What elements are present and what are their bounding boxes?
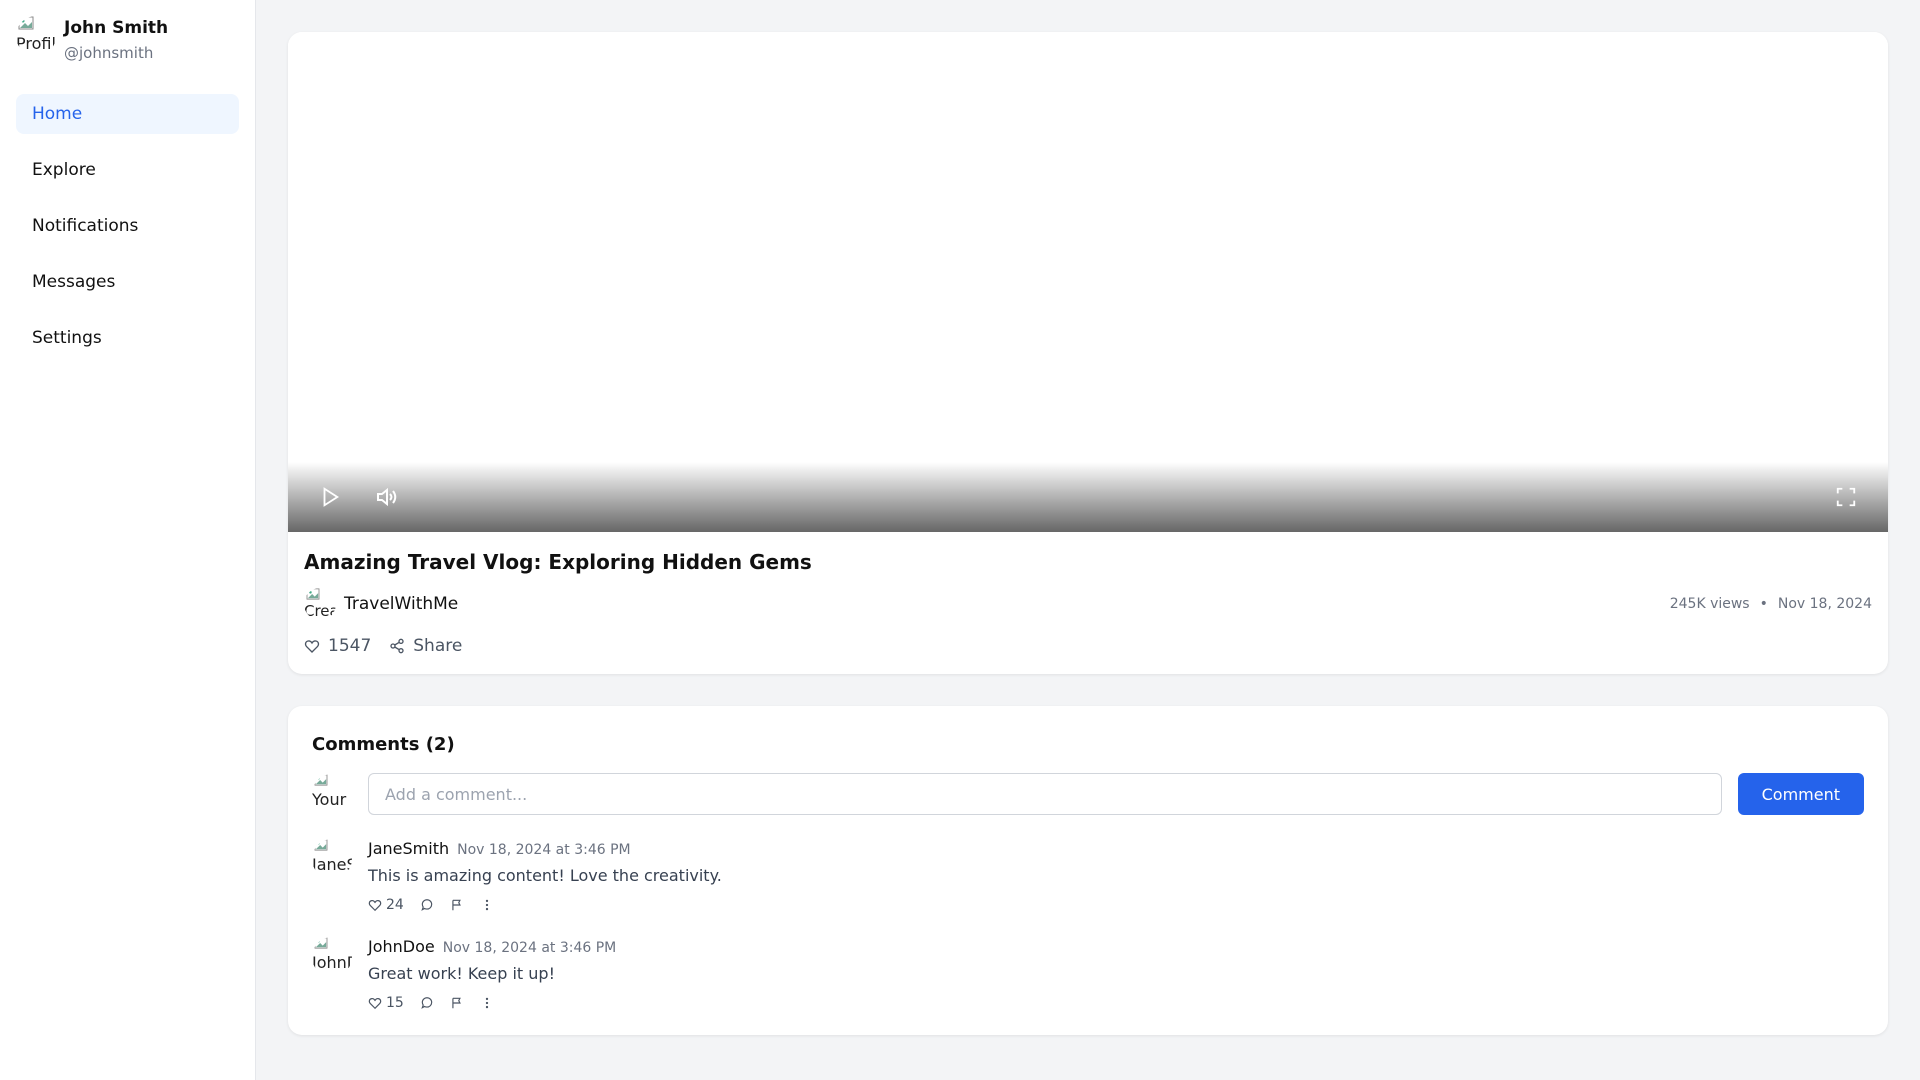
broken-image-icon — [18, 16, 34, 30]
comment-reply-button[interactable] — [420, 898, 434, 912]
comment-text: Great work! Keep it up! — [368, 964, 555, 983]
creator-avatar[interactable]: Creator — [304, 588, 336, 620]
sidebar-item-notifications[interactable]: Notifications — [16, 206, 239, 246]
comment-avatar[interactable]: JaneSmith — [312, 839, 352, 879]
comment-author[interactable]: JohnDoe — [368, 937, 435, 956]
comment-report-button[interactable] — [450, 996, 464, 1010]
comment-item: JaneSmith JaneSmith Nov 18, 2024 at 3:46… — [312, 839, 1864, 913]
profile-name: John Smith — [64, 18, 169, 38]
avatar-alt-text: Profile — [16, 34, 56, 53]
publish-date: Nov 18, 2024 — [1777, 596, 1872, 612]
comment-submit-button[interactable]: Comment — [1737, 773, 1864, 815]
sidebar-item-settings[interactable]: Settings — [16, 318, 239, 358]
comment-input[interactable] — [368, 773, 1722, 815]
comment-timestamp: Nov 18, 2024 at 3:46 PM — [457, 842, 631, 858]
comment-item: JohnDoe JohnDoe Nov 18, 2024 at 3:46 PM … — [312, 937, 1864, 1011]
comment-like-count: 15 — [386, 995, 404, 1011]
comment-form: Your Comment — [312, 773, 1864, 815]
video-controls — [288, 462, 1888, 532]
flag-icon — [452, 899, 461, 911]
share-button[interactable]: Share — [389, 636, 462, 656]
reply-icon — [421, 997, 433, 1009]
creator-name-link[interactable]: TravelWithMe — [344, 594, 458, 614]
flag-icon — [452, 997, 461, 1009]
video-card: Amazing Travel Vlog: Exploring Hidden Ge… — [288, 32, 1888, 674]
comment-author[interactable]: JaneSmith — [368, 839, 449, 858]
fullscreen-button[interactable] — [1828, 479, 1864, 515]
comment-avatar-alt: JaneSmith — [312, 855, 352, 874]
comment-like-button[interactable]: 15 — [368, 995, 404, 1011]
avatar: Profile — [16, 16, 56, 56]
share-icon — [390, 638, 404, 654]
comment-timestamp: Nov 18, 2024 at 3:46 PM — [442, 940, 617, 956]
your-avatar-alt: Your — [312, 790, 347, 809]
comment-body: JohnDoe Nov 18, 2024 at 3:46 PM Great wo… — [368, 937, 1864, 1011]
play-button[interactable] — [312, 479, 348, 515]
sidebar-item-messages[interactable]: Messages — [16, 262, 239, 302]
main-content: Amazing Travel Vlog: Exploring Hidden Ge… — [256, 0, 1920, 1080]
heart-icon — [368, 900, 382, 912]
more-vertical-icon — [485, 997, 488, 1009]
comment-reply-button[interactable] — [420, 996, 434, 1010]
comments-title: Comments (2) — [312, 734, 455, 755]
like-button[interactable]: 1547 — [304, 636, 371, 656]
comment-header: JohnDoe Nov 18, 2024 at 3:46 PM — [368, 937, 1864, 956]
comment-body: JaneSmith Nov 18, 2024 at 3:46 PM This i… — [368, 839, 1864, 913]
comment-more-button[interactable] — [480, 996, 494, 1010]
video-actions: 1547 Share — [304, 636, 1872, 656]
comment-header: JaneSmith Nov 18, 2024 at 3:46 PM — [368, 839, 1864, 858]
creator-row: Creator TravelWithMe 245K views • Nov 18… — [304, 588, 1872, 620]
comments-section: Comments (2) Your Comment — [288, 706, 1888, 1035]
sidebar-item-explore[interactable]: Explore — [16, 150, 239, 190]
meta-separator: • — [1759, 596, 1768, 612]
more-vertical-icon — [485, 899, 488, 911]
heart-icon — [304, 640, 320, 653]
comment-text: This is amazing content! Love the creati… — [368, 866, 722, 885]
volume-button[interactable] — [368, 479, 404, 515]
play-icon — [323, 487, 340, 507]
profile-handle: @johnsmith — [64, 44, 154, 62]
comment-report-button[interactable] — [450, 898, 464, 912]
comment-list: JaneSmith JaneSmith Nov 18, 2024 at 3:46… — [312, 839, 1864, 1011]
heart-icon — [368, 998, 382, 1010]
comment-like-button[interactable]: 24 — [368, 897, 404, 913]
comment-avatar-alt: JohnDoe — [312, 953, 352, 972]
broken-image-icon — [306, 588, 320, 600]
fullscreen-icon — [1836, 487, 1856, 507]
share-label: Share — [413, 636, 463, 656]
volume-icon — [377, 487, 397, 507]
comment-actions: 24 — [368, 897, 1864, 913]
reply-icon — [421, 899, 433, 911]
sidebar-nav: Home Explore Notifications Messages Sett… — [16, 94, 239, 358]
your-avatar: Your — [312, 774, 352, 814]
comment-actions: 15 — [368, 995, 1864, 1011]
video-player[interactable] — [288, 32, 1888, 532]
comment-avatar[interactable]: JohnDoe — [312, 937, 352, 977]
broken-image-icon — [314, 937, 328, 949]
profile-text: John Smith @johnsmith — [64, 16, 168, 62]
video-info: Amazing Travel Vlog: Exploring Hidden Ge… — [288, 532, 1888, 674]
broken-image-icon — [314, 839, 328, 851]
comment-more-button[interactable] — [480, 898, 494, 912]
like-count: 1547 — [328, 636, 372, 656]
creator-avatar-alt: Creator — [304, 602, 336, 620]
app-root: Profile John Smith @johnsmith Home Explo… — [0, 0, 1920, 1080]
sidebar-item-home[interactable]: Home — [16, 94, 239, 134]
user-profile[interactable]: Profile John Smith @johnsmith — [16, 16, 239, 62]
comment-like-count: 24 — [386, 897, 404, 913]
sidebar: Profile John Smith @johnsmith Home Explo… — [0, 0, 256, 1080]
video-meta: 245K views • Nov 18, 2024 — [1670, 596, 1872, 612]
broken-image-icon — [314, 774, 328, 786]
view-count: 245K views — [1669, 596, 1750, 612]
video-title: Amazing Travel Vlog: Exploring Hidden Ge… — [304, 550, 812, 574]
